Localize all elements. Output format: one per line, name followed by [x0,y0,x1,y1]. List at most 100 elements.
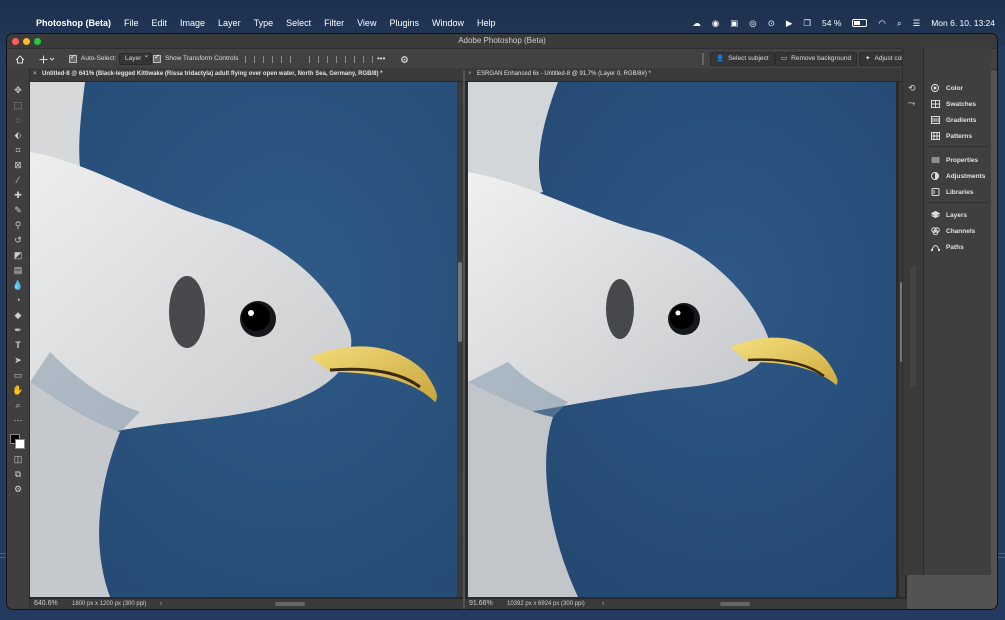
menu-app-name[interactable]: Photoshop (Beta) [36,18,111,28]
canvas-right[interactable] [468,82,896,597]
status-arrow-icon[interactable]: › [602,599,604,609]
gear-icon[interactable] [400,53,409,65]
document-tab-right[interactable]: × ESRGAN Enhanced 6x - Untitled-8 @ 91,7… [465,68,907,82]
menu-view[interactable]: View [357,18,376,28]
record-icon[interactable]: ⊙ [768,18,775,29]
canvas-left[interactable] [30,82,457,597]
zoom-tool-icon[interactable]: ⌕ [11,399,25,411]
align-bottom-icon[interactable] [345,55,355,63]
battery-icon[interactable] [852,19,868,27]
menu-edit[interactable]: Edit [152,18,168,28]
document-info-left[interactable]: 1800 px x 1200 px (300 ppi) [72,599,146,609]
menu-layer[interactable]: Layer [218,18,241,28]
eraser-tool-icon[interactable]: ◩ [11,249,25,261]
select-subject-button[interactable]: 👤 Select subject [710,52,775,66]
crop-tool-icon[interactable]: ⌗ [11,144,25,156]
type-tool-icon[interactable]: T [11,339,25,351]
history-brush-tool-icon[interactable]: ↺ [11,234,25,246]
dodge-tool-icon[interactable]: ◔ [11,294,25,306]
hand-tool-icon[interactable]: ✋ [11,384,25,396]
scrollbar-left-vertical[interactable] [457,82,463,597]
menu-type[interactable]: Type [254,18,274,28]
blur-tool-icon[interactable]: 💧 [11,279,25,291]
zoom-level-right[interactable]: 91.66% [469,599,493,609]
zoom-level-left[interactable]: 640.6% [34,599,58,609]
rectangle-tool-icon[interactable]: ▭ [11,369,25,381]
scroll-thumb-right-horizontal[interactable] [720,602,750,606]
scroll-thumb-left[interactable] [458,262,462,342]
gradient-tool-icon[interactable]: ▤ [11,264,25,276]
brush-tool-icon[interactable]: ✎ [11,204,25,216]
panel-color[interactable]: Color [931,82,963,94]
window-icon[interactable]: ❐ [803,18,811,29]
panel-channels[interactable]: Channels [931,225,975,237]
scroll-thumb-left-horizontal[interactable] [275,602,305,606]
more-options-button[interactable]: ••• [377,53,385,65]
panel-scrollbar[interactable] [910,267,916,387]
status-arrow-icon[interactable]: › [160,599,162,609]
menu-help[interactable]: Help [477,18,496,28]
minimize-window-button[interactable] [23,38,30,45]
smudge-tool-icon[interactable]: ◆ [11,309,25,321]
zoom-window-button[interactable] [34,38,41,45]
distribute-icon[interactable] [363,55,373,63]
align-center-icon[interactable] [263,55,273,63]
panel-swatches[interactable]: Swatches [931,98,976,110]
marquee-tool-icon[interactable]: ⬚ [11,99,25,111]
background-color-swatch[interactable] [15,439,25,449]
pen-tool-icon[interactable]: ✒ [11,324,25,336]
move-tool-icon[interactable]: ✥ [11,84,25,96]
control-center-icon[interactable]: ☰ [913,18,921,29]
panel-properties[interactable]: Properties [931,154,978,166]
auto-select-checkbox[interactable]: Auto-Select: [69,52,116,65]
menu-file[interactable]: File [124,18,139,28]
generative-tool-icon[interactable]: ⚙ [11,483,25,495]
panel-adjustments[interactable]: Adjustments [931,170,985,182]
close-tab-icon[interactable]: × [468,68,472,81]
document-info-right[interactable]: 10392 px x 6924 px (300 ppi) [507,599,585,609]
wifi-icon[interactable]: ◠ [878,18,885,29]
eye-icon[interactable]: ◎ [749,18,756,29]
align-top-icon[interactable] [309,55,319,63]
home-icon[interactable] [15,53,25,65]
path-selection-tool-icon[interactable]: ➤ [11,354,25,366]
lasso-tool-icon[interactable]: ◌ [11,114,25,126]
box-icon[interactable]: ▣ [730,18,738,29]
move-tool-preset-icon[interactable] [39,53,55,65]
panel-patterns[interactable]: Patterns [931,130,972,142]
panel-gradients[interactable]: Gradients [931,114,976,126]
remove-background-button[interactable]: ▭ Remove background [775,52,858,66]
menu-filter[interactable]: Filter [324,18,344,28]
close-tab-icon[interactable]: × [33,68,37,81]
play-icon[interactable]: ▶ [786,18,793,29]
align-left-icon[interactable] [245,55,255,63]
align-right-icon[interactable] [281,55,291,63]
menu-window[interactable]: Window [432,18,464,28]
battery-percent[interactable]: 54 % [822,18,841,28]
transform-controls-checkbox[interactable]: Show Transform Controls [153,52,238,65]
panel-paths[interactable]: Paths [931,241,964,253]
menu-datetime[interactable]: Mon 6. 10. 13:24 [931,18,995,28]
panel-layers[interactable]: Layers [930,209,967,221]
menu-image[interactable]: Image [180,18,205,28]
screen-mode-icon[interactable]: ⧉ [11,468,25,480]
auto-select-dropdown[interactable]: Layer [119,51,153,65]
frame-tool-icon[interactable]: ⊠ [11,159,25,171]
history-panel-icon[interactable]: ⟲ [908,83,916,94]
cloud-icon[interactable]: ☁ [692,18,701,29]
close-window-button[interactable] [12,38,19,45]
more-tools-icon[interactable]: ⋯ [11,414,25,426]
clone-stamp-tool-icon[interactable]: ⚲ [11,219,25,231]
eyedropper-tool-icon[interactable]: ⁄ [11,174,25,186]
document-tab-left[interactable]: × Untitled-8 @ 641% (Black-legged Kittiw… [30,68,463,82]
actions-panel-icon[interactable]: ⤳ [908,98,915,109]
panel-libraries[interactable]: Libraries [931,186,973,198]
object-selection-tool-icon[interactable]: ⬖ [11,129,25,141]
search-icon[interactable]: ⌕ [897,18,902,29]
menu-plugins[interactable]: Plugins [389,18,419,28]
align-middle-icon[interactable] [327,55,337,63]
menu-select[interactable]: Select [286,18,311,28]
creative-cloud-icon[interactable]: ◉ [712,18,719,29]
healing-brush-tool-icon[interactable]: ✚ [11,189,25,201]
quick-mask-icon[interactable]: ◫ [11,453,25,465]
